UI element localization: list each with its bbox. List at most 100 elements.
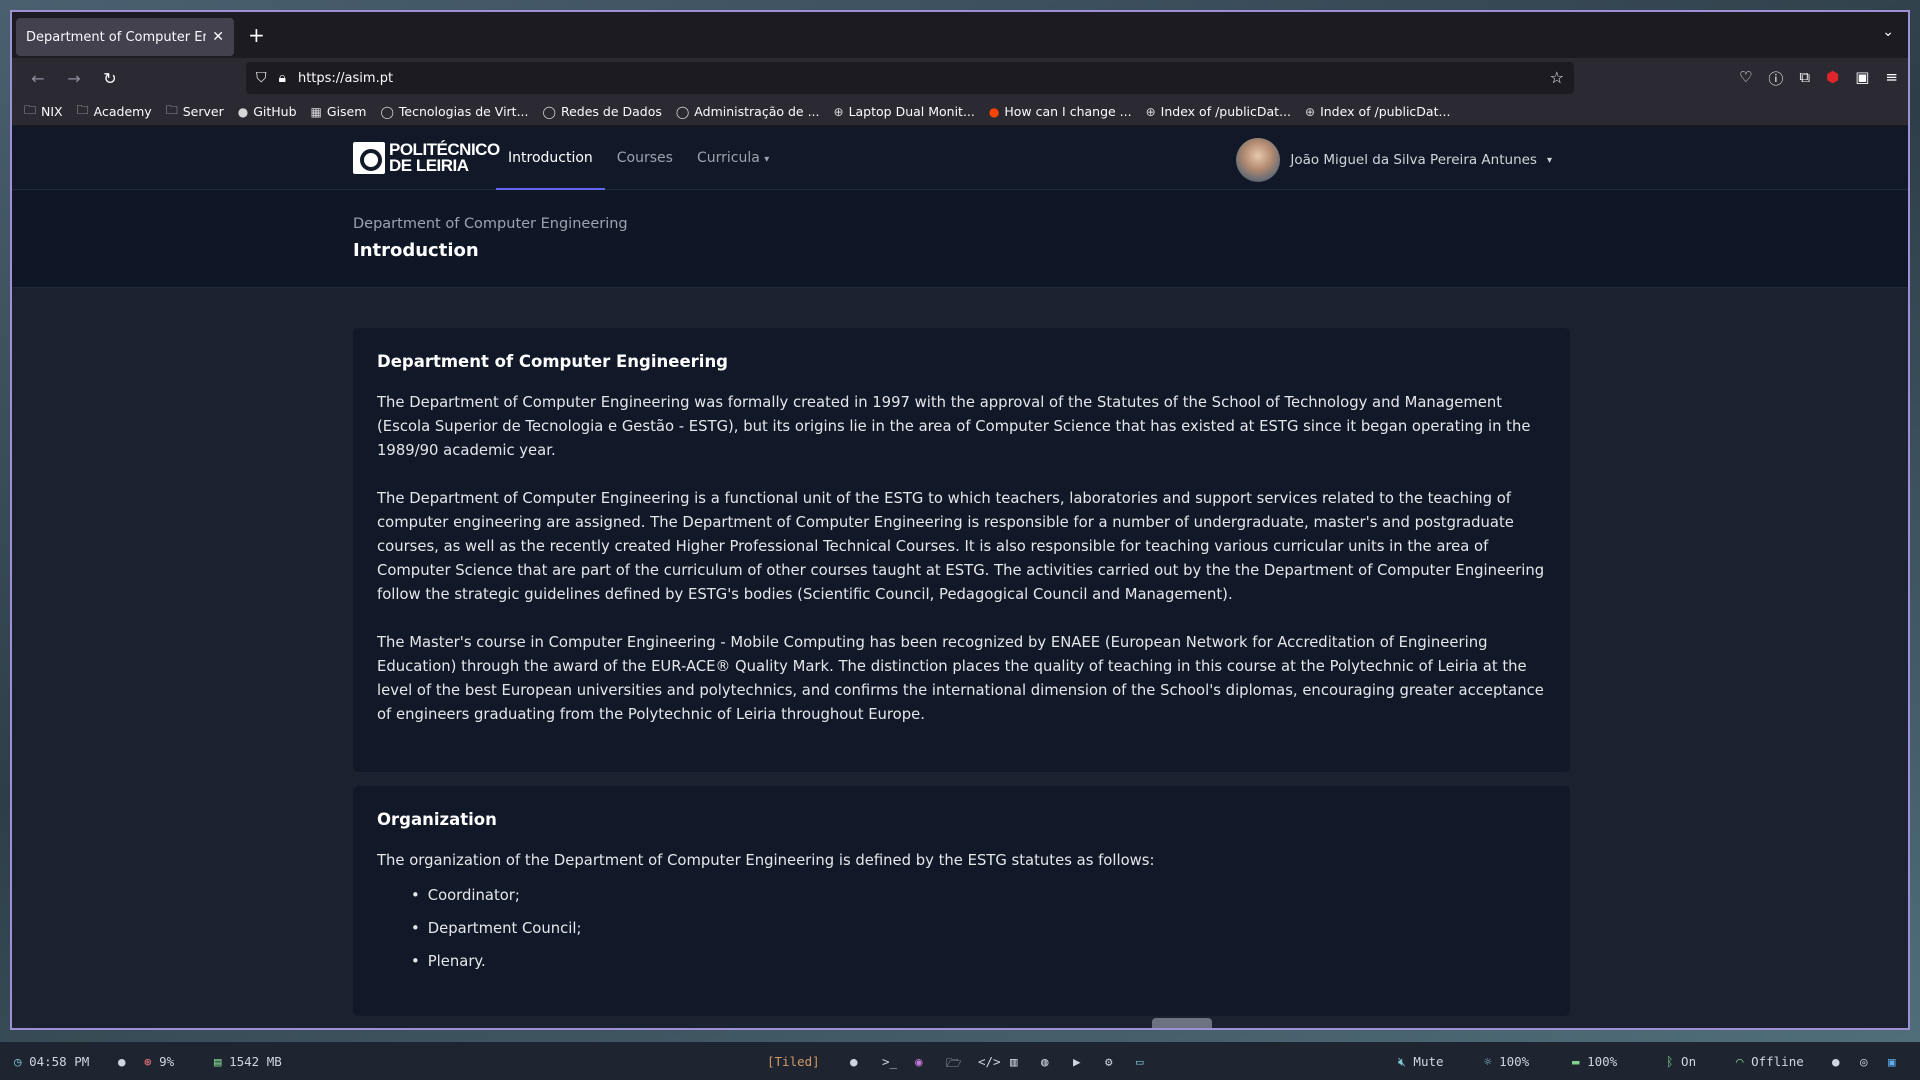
site-header: POLITÉCNICO DE LEIRIA Introduction Cours… bbox=[12, 126, 1908, 190]
navigation-toolbar: ← → ↻ ⛉ 🔒︎ https://asim.pt ☆ ♡ ⓘ ⧉ ⬢ ▣ ≡ bbox=[12, 58, 1908, 98]
clock-icon: ◷ bbox=[14, 1054, 22, 1069]
paragraph: The Department of Computer Engineering i… bbox=[377, 490, 1545, 603]
dot-icon: ● bbox=[1832, 1054, 1840, 1069]
tray-icon[interactable]: ◎ bbox=[1860, 1054, 1868, 1069]
layout-mode[interactable]: [Tiled] bbox=[767, 1054, 820, 1069]
battery-status: ▬ 100% bbox=[1572, 1054, 1618, 1069]
bookmark-item[interactable]: ▦ Gisem bbox=[311, 104, 367, 119]
circle-icon: ◯ bbox=[675, 104, 690, 119]
folder-icon: 🗀 bbox=[76, 103, 89, 117]
avatar bbox=[1236, 138, 1281, 182]
volume-status[interactable]: 🔇︎ Mute bbox=[1398, 1054, 1444, 1070]
tray-app-icon[interactable]: ▣ bbox=[1888, 1054, 1896, 1069]
youtube-icon[interactable]: ▶ bbox=[1073, 1054, 1081, 1069]
system-status-bar: ◷ 04:58 PM ● ⊛ 9% ▤ 1542 MB [Tiled] ● >_… bbox=[0, 1042, 1920, 1080]
card-title: Organization bbox=[377, 810, 497, 829]
shield-icon[interactable]: ⛉ bbox=[256, 70, 267, 86]
logo-text: POLITÉCNICO DE LEIRIA bbox=[389, 140, 500, 175]
reddit-icon: ● bbox=[988, 104, 1000, 119]
list-tabs-icon[interactable]: ⌄ bbox=[1882, 24, 1894, 40]
bookmark-item[interactable]: 🗀 Server bbox=[166, 101, 224, 122]
user-name: João Miguel da Silva Pereira Antunes bbox=[1290, 152, 1537, 168]
breadcrumb: Department of Computer Engineering bbox=[353, 216, 628, 232]
bookmark-item[interactable]: ● How can I change ... bbox=[989, 104, 1132, 119]
info-icon[interactable]: ⓘ bbox=[1768, 68, 1783, 89]
wifi-icon: ◠ bbox=[1736, 1054, 1744, 1069]
nav-curricula[interactable]: Curricula ▾ bbox=[685, 126, 781, 190]
paragraph: The organization of the Department of Co… bbox=[377, 852, 1155, 869]
window-icon[interactable]: ▭ bbox=[1136, 1054, 1144, 1069]
calendar-icon: ▦ bbox=[310, 104, 322, 119]
back-icon[interactable]: ← bbox=[20, 69, 56, 88]
url-text[interactable]: https://asim.pt bbox=[298, 71, 393, 86]
browser-window: Department of Computer Engin ✕ + ⌄ ← → ↻… bbox=[10, 10, 1910, 1030]
bookmarks-bar: 🗀 NIX 🗀 Academy 🗀 Server ● GitHub ▦ Gisem ◯ Te… bbox=[12, 98, 1908, 126]
reload-icon[interactable]: ↻ bbox=[92, 69, 128, 88]
web-page: POLITÉCNICO DE LEIRIA Introduction Cours… bbox=[12, 126, 1908, 1028]
bookmark-item[interactable]: ● GitHub bbox=[238, 104, 297, 119]
list-item: Plenary. bbox=[411, 945, 1546, 978]
clock: ◷ 04:58 PM bbox=[14, 1054, 90, 1069]
folder-icon: 🗀 bbox=[165, 103, 178, 117]
ublock-icon[interactable]: ⬢ bbox=[1826, 68, 1839, 89]
folder-icon: 🗀 bbox=[24, 103, 37, 117]
github-icon: ● bbox=[237, 104, 249, 119]
code-icon[interactable]: </> bbox=[978, 1054, 1001, 1069]
toolbar-right: ♡ ⓘ ⧉ ⬢ ▣ ≡ bbox=[1739, 68, 1898, 89]
profile-icon[interactable]: ▣ bbox=[1855, 68, 1869, 89]
memory-icon: ▤ bbox=[214, 1054, 222, 1069]
forward-icon[interactable]: → bbox=[56, 69, 92, 88]
folder-icon[interactable]: 🗁 bbox=[946, 1054, 962, 1075]
chat-icon[interactable]: ◍ bbox=[1041, 1054, 1049, 1069]
page-header: Department of Computer Engineering Intro… bbox=[12, 190, 1908, 288]
pocket-icon[interactable]: ♡ bbox=[1739, 68, 1752, 89]
site-logo[interactable]: POLITÉCNICO DE LEIRIA bbox=[353, 140, 500, 175]
bluetooth-status[interactable]: ᛒ On bbox=[1666, 1054, 1696, 1069]
network-status[interactable]: ◠ Offline bbox=[1736, 1054, 1804, 1069]
nav-introduction[interactable]: Introduction bbox=[496, 126, 605, 190]
bookmark-item[interactable]: 🗀 NIX bbox=[24, 101, 63, 122]
bookmark-item[interactable]: ◯ Administração de ... bbox=[676, 104, 820, 119]
firefox-icon[interactable]: ◉ bbox=[915, 1054, 923, 1069]
paragraph: The Department of Computer Engineering w… bbox=[377, 394, 1531, 459]
brightness-status: ☼ 100% bbox=[1484, 1054, 1530, 1069]
menu-icon[interactable]: ≡ bbox=[1885, 68, 1898, 89]
nav-courses[interactable]: Courses bbox=[605, 126, 685, 190]
dot-icon: ● bbox=[118, 1054, 126, 1069]
bookmark-item[interactable]: ◯ Redes de Dados bbox=[543, 104, 662, 119]
bookmark-item[interactable]: ⊕ Laptop Dual Monit... bbox=[834, 104, 975, 119]
logo-mark-icon bbox=[353, 142, 385, 174]
globe-icon: ⊕ bbox=[1145, 104, 1156, 119]
mute-icon: 🔇︎ bbox=[1398, 1054, 1406, 1069]
organization-list: Coordinator; Department Council; Plenary… bbox=[411, 879, 1546, 978]
terminal-icon[interactable]: >_ bbox=[882, 1054, 897, 1069]
main-nav: Introduction Courses Curricula ▾ bbox=[496, 126, 781, 190]
page-title: Introduction bbox=[353, 240, 479, 261]
tab-title: Department of Computer Engin bbox=[26, 29, 206, 45]
chevron-down-icon: ▾ bbox=[764, 154, 770, 165]
tab-strip: Department of Computer Engin ✕ + ⌄ bbox=[12, 12, 1908, 58]
paragraph: The Master's course in Computer Engineer… bbox=[377, 634, 1544, 723]
lock-icon[interactable]: 🔒︎ bbox=[279, 70, 286, 86]
bookmark-star-icon[interactable]: ☆ bbox=[1550, 68, 1564, 87]
bookmark-item[interactable]: ◯ Tecnologias de Virt... bbox=[380, 104, 528, 119]
extensions-icon[interactable]: ⧉ bbox=[1799, 68, 1810, 89]
book-icon[interactable]: ▥ bbox=[1010, 1054, 1018, 1069]
globe-icon: ⊕ bbox=[833, 104, 844, 119]
cpu-usage: ⊛ 9% bbox=[144, 1054, 175, 1069]
new-tab-icon[interactable]: + bbox=[248, 23, 265, 47]
scrollbar-thumb[interactable] bbox=[1152, 1018, 1212, 1028]
user-menu[interactable]: João Miguel da Silva Pereira Antunes ▾ bbox=[1236, 138, 1552, 182]
main-content: Department of Computer Engineering The D… bbox=[12, 288, 1908, 1028]
url-bar[interactable]: ⛉ 🔒︎ https://asim.pt ☆ bbox=[246, 62, 1574, 94]
memory-usage: ▤ 1542 MB bbox=[214, 1054, 282, 1069]
close-tab-icon[interactable]: ✕ bbox=[212, 29, 224, 45]
gear-icon[interactable]: ⚙ bbox=[1105, 1054, 1113, 1069]
dot-icon: ● bbox=[850, 1054, 858, 1069]
bookmark-item[interactable]: 🗀 Academy bbox=[77, 101, 152, 122]
bookmark-item[interactable]: ⊕ Index of /publicDat... bbox=[1305, 104, 1450, 119]
list-item: Department Council; bbox=[411, 912, 1546, 945]
chevron-down-icon: ▾ bbox=[1546, 154, 1552, 166]
bookmark-item[interactable]: ⊕ Index of /publicDat... bbox=[1146, 104, 1291, 119]
tab-active[interactable]: Department of Computer Engin ✕ bbox=[16, 18, 234, 56]
